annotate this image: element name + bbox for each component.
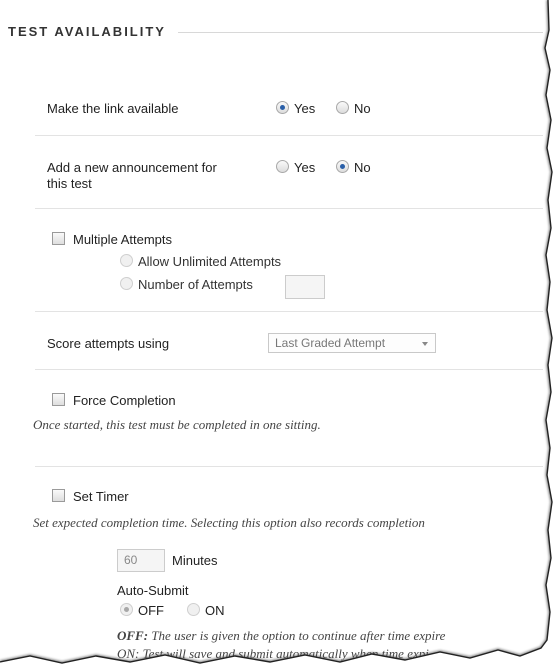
auto-submit-on-help: ON: Test will save and submit automatica… [117, 646, 429, 661]
auto-submit-on-radio[interactable] [187, 603, 200, 616]
force-completion-option[interactable]: Force Completion [52, 393, 176, 408]
auto-submit-on-option[interactable]: ON [187, 603, 225, 618]
row-divider [35, 369, 543, 370]
number-of-attempts-label: Number of Attempts [138, 277, 253, 292]
make-link-yes-radio[interactable] [276, 101, 289, 114]
make-link-no-option[interactable]: No [336, 101, 371, 116]
section-title: TEST AVAILABILITY [8, 24, 178, 39]
test-availability-page: TEST AVAILABILITY Make the link availabl… [0, 0, 553, 666]
set-timer-option[interactable]: Set Timer [52, 489, 129, 504]
allow-unlimited-attempts-option[interactable]: Allow Unlimited Attempts [120, 254, 281, 269]
score-attempts-label: Score attempts using [47, 336, 170, 351]
section-header: TEST AVAILABILITY [8, 24, 543, 44]
row-divider [35, 311, 543, 312]
force-completion-help: Once started, this test must be complete… [33, 417, 321, 432]
force-completion-checkbox[interactable] [52, 393, 65, 406]
announcement-label-line2: this test [47, 176, 92, 191]
set-timer-help: Set expected completion time. Selecting … [33, 515, 425, 530]
number-of-attempts-input[interactable] [285, 275, 325, 299]
announcement-yes-label: Yes [294, 160, 316, 175]
auto-submit-off-label: OFF [138, 603, 164, 618]
number-of-attempts-radio[interactable] [120, 277, 133, 290]
announcement-no-radio[interactable] [336, 160, 349, 173]
timer-minutes-input[interactable]: 60 [117, 549, 165, 572]
multiple-attempts-label: Multiple Attempts [73, 232, 172, 247]
auto-submit-off-help-text: The user is given the option to continue… [151, 628, 446, 643]
number-of-attempts-option[interactable]: Number of Attempts [120, 277, 253, 292]
auto-submit-off-radio[interactable] [120, 603, 133, 616]
set-timer-label: Set Timer [73, 489, 129, 504]
auto-submit-off-help-bold: OFF: [117, 628, 149, 643]
make-link-yes-option[interactable]: Yes [276, 101, 315, 116]
minutes-label: Minutes [172, 553, 218, 568]
set-timer-checkbox[interactable] [52, 489, 65, 502]
row-divider [35, 466, 543, 467]
row-divider [35, 135, 543, 136]
announcement-no-option[interactable]: No [336, 160, 371, 175]
announcement-yes-option[interactable]: Yes [276, 160, 315, 175]
score-attempts-selected-value: Last Graded Attempt [275, 336, 386, 350]
announcement-label-line1: Add a new announcement for [47, 160, 217, 175]
allow-unlimited-attempts-radio[interactable] [120, 254, 133, 267]
auto-submit-label: Auto-Submit [117, 583, 189, 598]
chevron-down-icon [422, 342, 428, 346]
force-completion-label: Force Completion [73, 393, 176, 408]
score-attempts-select[interactable]: Last Graded Attempt [268, 333, 436, 353]
make-link-available-label: Make the link available [47, 101, 179, 116]
multiple-attempts-option[interactable]: Multiple Attempts [52, 232, 172, 247]
auto-submit-on-label: ON [205, 603, 225, 618]
announcement-no-label: No [354, 160, 371, 175]
allow-unlimited-attempts-label: Allow Unlimited Attempts [138, 254, 282, 269]
make-link-no-label: No [354, 101, 371, 116]
make-link-yes-label: Yes [294, 101, 316, 116]
row-divider [35, 208, 543, 209]
multiple-attempts-checkbox[interactable] [52, 232, 65, 245]
make-link-no-radio[interactable] [336, 101, 349, 114]
announcement-yes-radio[interactable] [276, 160, 289, 173]
auto-submit-off-option[interactable]: OFF [120, 603, 164, 618]
auto-submit-off-help: OFF: The user is given the option to con… [117, 628, 445, 644]
